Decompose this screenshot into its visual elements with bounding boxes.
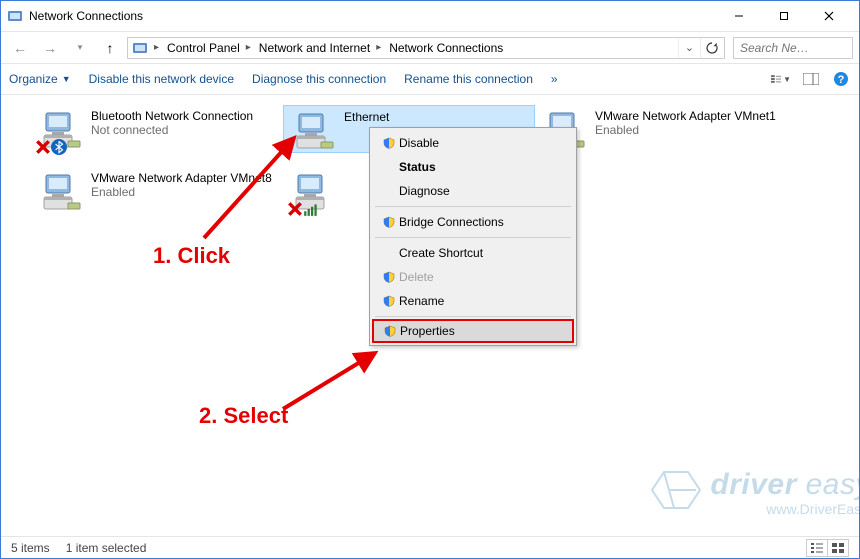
search-input[interactable] <box>738 40 860 56</box>
adapter-hidden[interactable] <box>283 167 373 221</box>
menu-separator <box>375 316 571 317</box>
breadcrumb-network-connections[interactable]: Network Connections <box>383 38 507 58</box>
disable-device-button[interactable]: Disable this network device <box>89 72 234 86</box>
status-bar: 5 items 1 item selected <box>1 536 859 558</box>
watermark-brand-strong: driver <box>710 468 796 501</box>
location-icon <box>132 40 148 56</box>
command-bar: Organize ▼ Disable this network device D… <box>1 63 859 95</box>
title-bar: Network Connections <box>1 1 859 31</box>
shield-icon <box>379 295 399 307</box>
adapter-name: Ethernet <box>344 110 389 124</box>
ctx-delete: Delete <box>373 265 573 289</box>
up-button[interactable]: ↑ <box>97 36 123 60</box>
address-bar[interactable]: ▸ Control Panel ▸ Network and Internet ▸… <box>127 37 725 59</box>
preview-pane-icon[interactable] <box>801 69 821 89</box>
ctx-properties[interactable]: Properties <box>372 319 574 343</box>
ctx-create-shortcut[interactable]: Create Shortcut <box>373 241 573 265</box>
nav-row: ← → ▾ ↑ ▸ Control Panel ▸ Network and In… <box>1 31 859 63</box>
watermark-url: www.DriverEasy. <box>710 502 859 516</box>
breadcrumb-network-internet[interactable]: Network and Internet <box>253 38 374 58</box>
adapter-name: Bluetooth Network Connection <box>91 109 253 123</box>
help-icon[interactable]: ? <box>831 69 851 89</box>
annotation-click-label: 1. Click <box>153 243 230 269</box>
tiles-view-icon[interactable] <box>827 539 849 557</box>
menu-separator <box>375 206 571 207</box>
adapter-bluetooth[interactable]: Bluetooth Network Connection Not connect… <box>31 105 279 159</box>
watermark-brand-rest: easy <box>797 468 859 501</box>
minimize-button[interactable] <box>716 2 761 30</box>
details-view-icon[interactable] <box>806 539 828 557</box>
ctx-diagnose[interactable]: Diagnose <box>373 179 573 203</box>
refresh-icon[interactable] <box>700 38 722 58</box>
ctx-disable[interactable]: Disable <box>373 131 573 155</box>
search-box[interactable] <box>733 37 853 59</box>
menu-separator <box>375 237 571 238</box>
adapter-status: Enabled <box>91 185 272 199</box>
adapter-status: Not connected <box>91 123 253 137</box>
ctx-rename[interactable]: Rename <box>373 289 573 313</box>
chevron-right-icon: ▸ <box>244 42 253 53</box>
content-area: Bluetooth Network Connection Not connect… <box>1 95 859 536</box>
network-adapter-icon <box>289 171 337 215</box>
svg-text:?: ? <box>838 74 845 86</box>
chevron-down-icon: ▼ <box>62 74 71 84</box>
chevron-right-icon: ▸ <box>152 42 161 53</box>
ctx-status[interactable]: Status <box>373 155 573 179</box>
shield-icon <box>379 216 399 228</box>
watermark: driver easy www.DriverEasy. <box>710 470 859 516</box>
organize-label: Organize <box>9 72 58 86</box>
adapter-name: VMware Network Adapter VMnet8 <box>91 171 272 185</box>
overflow-button[interactable]: » <box>551 72 558 86</box>
back-button[interactable]: ← <box>7 36 33 60</box>
chevron-right-icon: ▸ <box>374 42 383 53</box>
status-item-count: 5 items <box>11 541 50 555</box>
network-adapter-icon <box>37 171 85 215</box>
shield-icon <box>380 325 400 337</box>
network-adapter-icon <box>37 109 85 153</box>
diagnose-button[interactable]: Diagnose this connection <box>252 72 386 86</box>
app-icon <box>7 8 23 24</box>
window-title: Network Connections <box>29 9 716 23</box>
maximize-button[interactable] <box>761 2 806 30</box>
view-options-icon[interactable]: ▼ <box>771 69 791 89</box>
adapter-name: VMware Network Adapter VMnet1 <box>595 109 776 123</box>
annotation-arrow-select <box>275 347 385 417</box>
shield-icon <box>379 137 399 149</box>
recent-dropdown[interactable]: ▾ <box>67 36 93 60</box>
error-x-icon <box>35 139 51 155</box>
context-menu: Disable Status Diagnose Bridge Connectio… <box>369 127 577 346</box>
network-adapter-icon <box>290 110 338 154</box>
shield-icon <box>379 271 399 283</box>
error-x-icon <box>287 201 303 217</box>
close-button[interactable] <box>806 2 851 30</box>
ctx-bridge[interactable]: Bridge Connections <box>373 210 573 234</box>
rename-button[interactable]: Rename this connection <box>404 72 533 86</box>
signal-bars-icon <box>303 201 319 217</box>
status-selection-count: 1 item selected <box>66 541 147 555</box>
address-dropdown-icon[interactable]: ⌄ <box>678 38 700 58</box>
adapter-vmnet8[interactable]: VMware Network Adapter VMnet8 Enabled <box>31 167 279 221</box>
breadcrumb-control-panel[interactable]: Control Panel <box>161 38 244 58</box>
adapter-status: Enabled <box>595 123 776 137</box>
organize-menu[interactable]: Organize ▼ <box>9 72 71 86</box>
annotation-select-label: 2. Select <box>199 403 288 429</box>
forward-button[interactable]: → <box>37 36 63 60</box>
bluetooth-icon <box>51 139 67 155</box>
